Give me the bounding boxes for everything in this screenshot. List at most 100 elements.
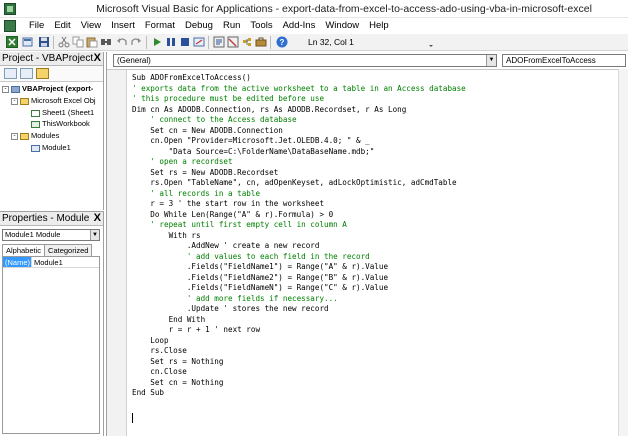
redo-icon[interactable] bbox=[130, 36, 142, 48]
tree-item-module1[interactable]: Module1 bbox=[31, 143, 71, 153]
code-line[interactable]: r = r + 1 ' next row bbox=[132, 324, 260, 335]
svg-text:?: ? bbox=[280, 38, 285, 47]
code-line[interactable]: ' repeat until first empty cell in colum… bbox=[132, 219, 347, 230]
code-line[interactable]: Sub ADOFromExcelToAccess() bbox=[132, 72, 251, 83]
run-icon[interactable] bbox=[151, 36, 163, 48]
vertical-scrollbar[interactable] bbox=[618, 69, 628, 436]
collapse-icon[interactable]: - bbox=[11, 97, 18, 105]
help-icon[interactable]: ? bbox=[276, 36, 288, 48]
code-line[interactable]: .Fields("FieldNameN") = Range("C" & r).V… bbox=[132, 282, 388, 293]
property-row[interactable]: (Name) Module1 bbox=[3, 257, 99, 268]
procedure-combo[interactable]: ADOFromExcelToAccess bbox=[502, 54, 626, 67]
code-line[interactable]: ' open a recordset bbox=[132, 156, 232, 167]
design-mode-icon[interactable] bbox=[193, 36, 205, 48]
tree-item-thisworkbook[interactable]: ThisWorkbook bbox=[31, 119, 90, 129]
tree-item-excel-objects[interactable]: - Microsoft Excel Obj bbox=[11, 96, 96, 106]
object-combo[interactable]: (General) ▼ bbox=[113, 54, 497, 67]
menu-help[interactable]: Help bbox=[364, 20, 394, 32]
code-line[interactable]: .Fields("FieldName2") = Range("B" & r).V… bbox=[132, 272, 388, 283]
menu-format[interactable]: Format bbox=[140, 20, 180, 32]
toolbar-overflow-icon[interactable] bbox=[428, 36, 434, 48]
view-object-icon[interactable] bbox=[20, 68, 33, 79]
code-line[interactable]: r = 3 ' the start row in the worksheet bbox=[132, 198, 324, 209]
reset-icon[interactable] bbox=[179, 36, 191, 48]
save-icon[interactable] bbox=[38, 36, 50, 48]
project-tree: - VBAProject (export- - Microsoft Excel Ob… bbox=[0, 82, 103, 152]
menu-window[interactable]: Window bbox=[320, 20, 364, 32]
code-line[interactable]: Set rs = Nothing bbox=[132, 356, 223, 367]
menu-debug[interactable]: Debug bbox=[180, 20, 218, 32]
code-line[interactable]: ' add values to each field in the record bbox=[132, 251, 370, 262]
menu-file[interactable]: File bbox=[24, 20, 49, 32]
code-line[interactable]: rs.Open "TableName", cn, adOpenKeyset, a… bbox=[132, 177, 456, 188]
code-margin[interactable] bbox=[107, 70, 127, 436]
close-icon[interactable]: X bbox=[94, 212, 101, 224]
chevron-down-icon[interactable]: ▼ bbox=[486, 55, 496, 66]
code-line[interactable]: Set cn = Nothing bbox=[132, 377, 223, 388]
code-line[interactable]: Dim cn As ADODB.Connection, rs As ADODB.… bbox=[132, 104, 406, 115]
code-line[interactable]: rs.Close bbox=[132, 345, 187, 356]
code-line[interactable]: Loop bbox=[132, 335, 168, 346]
break-icon[interactable] bbox=[165, 36, 177, 48]
view-code-icon[interactable] bbox=[4, 68, 17, 79]
tab-categorized[interactable]: Categorized bbox=[44, 244, 93, 256]
code-line[interactable]: ' all records in a table bbox=[132, 188, 260, 199]
code-line[interactable]: Do While Len(Range("A" & r).Formula) > 0 bbox=[132, 209, 333, 220]
vba-control-icon[interactable] bbox=[4, 20, 16, 32]
undo-icon[interactable] bbox=[116, 36, 128, 48]
project-explorer-header: Project - VBAProject X bbox=[0, 52, 103, 66]
find-icon[interactable] bbox=[100, 36, 112, 48]
menu-add-ins[interactable]: Add-Ins bbox=[278, 20, 321, 32]
code-line[interactable]: .Fields("FieldName1") = Range("A" & r).V… bbox=[132, 261, 388, 272]
title-bar: Microsoft Visual Basic for Applications … bbox=[0, 0, 628, 18]
menu-insert[interactable]: Insert bbox=[106, 20, 140, 32]
menu-run[interactable]: Run bbox=[218, 20, 245, 32]
toggle-folders-icon[interactable] bbox=[36, 68, 49, 79]
property-value[interactable]: Module1 bbox=[31, 257, 99, 267]
tree-item-label: ThisWorkbook bbox=[42, 119, 90, 128]
code-line[interactable]: cn.Open "Provider=Microsoft.Jet.OLEDB.4.… bbox=[132, 135, 369, 146]
menu-edit[interactable]: Edit bbox=[49, 20, 75, 32]
properties-tabs: Alphabetic Categorized bbox=[2, 244, 93, 256]
tree-item-sheet1[interactable]: Sheet1 (Sheet1 bbox=[31, 108, 94, 118]
cursor-position-status: Ln 32, Col 1 bbox=[308, 37, 354, 47]
code-line[interactable]: End With bbox=[132, 314, 206, 325]
menu-view[interactable]: View bbox=[76, 20, 106, 32]
collapse-icon[interactable]: - bbox=[11, 132, 18, 140]
code-line[interactable]: Set cn = New ADODB.Connection bbox=[132, 125, 283, 136]
project-explorer-pane: Project - VBAProject X - VBAProject (expo… bbox=[0, 52, 104, 210]
close-icon[interactable]: X bbox=[94, 52, 101, 64]
object-browser-icon[interactable] bbox=[241, 36, 253, 48]
menu-tools[interactable]: Tools bbox=[245, 20, 277, 32]
insert-module-icon[interactable] bbox=[22, 36, 34, 48]
tree-item-modules[interactable]: - Modules bbox=[11, 131, 59, 141]
tree-item-vbaproject[interactable]: - VBAProject (export- bbox=[2, 84, 93, 94]
code-line[interactable]: .AddNew ' create a new record bbox=[132, 240, 320, 251]
code-editor[interactable]: Sub ADOFromExcelToAccess() ' exports data… bbox=[107, 69, 628, 436]
project-explorer-icon[interactable] bbox=[213, 36, 225, 48]
code-line[interactable]: ' this procedure must be edited before u… bbox=[132, 93, 324, 104]
code-line[interactable]: ' add more fields if necessary... bbox=[132, 293, 338, 304]
view-excel-icon[interactable] bbox=[6, 36, 18, 48]
code-line[interactable]: ' connect to the Access database bbox=[132, 114, 296, 125]
chevron-down-icon[interactable]: ▼ bbox=[90, 230, 99, 240]
code-line[interactable]: "Data Source=C:\FolderName\DataBaseName.… bbox=[132, 146, 375, 157]
cut-icon[interactable] bbox=[58, 36, 70, 48]
menu-bar: File Edit View Insert Format Debug Run T… bbox=[0, 18, 628, 34]
toolbox-icon[interactable] bbox=[255, 36, 267, 48]
code-line[interactable]: ' exports data from the active worksheet… bbox=[132, 83, 466, 94]
code-line[interactable]: cn.Close bbox=[132, 366, 187, 377]
properties-window-icon[interactable] bbox=[227, 36, 239, 48]
object-select[interactable]: Module1 Module ▼ bbox=[2, 229, 100, 241]
code-line[interactable]: With rs bbox=[132, 230, 201, 241]
project-explorer-toolbar bbox=[0, 66, 103, 82]
paste-icon[interactable] bbox=[86, 36, 98, 48]
code-line[interactable]: .Update ' stores the new record bbox=[132, 303, 329, 314]
properties-title: Properties - Module bbox=[2, 213, 90, 224]
collapse-icon[interactable]: - bbox=[2, 85, 9, 93]
tab-alphabetic[interactable]: Alphabetic bbox=[2, 244, 46, 256]
code-line[interactable]: Set rs = New ADODB.Recordset bbox=[132, 167, 278, 178]
code-line[interactable]: End Sub bbox=[132, 387, 164, 398]
project-explorer-title: Project - VBAProject bbox=[2, 53, 94, 64]
copy-icon[interactable] bbox=[72, 36, 84, 48]
